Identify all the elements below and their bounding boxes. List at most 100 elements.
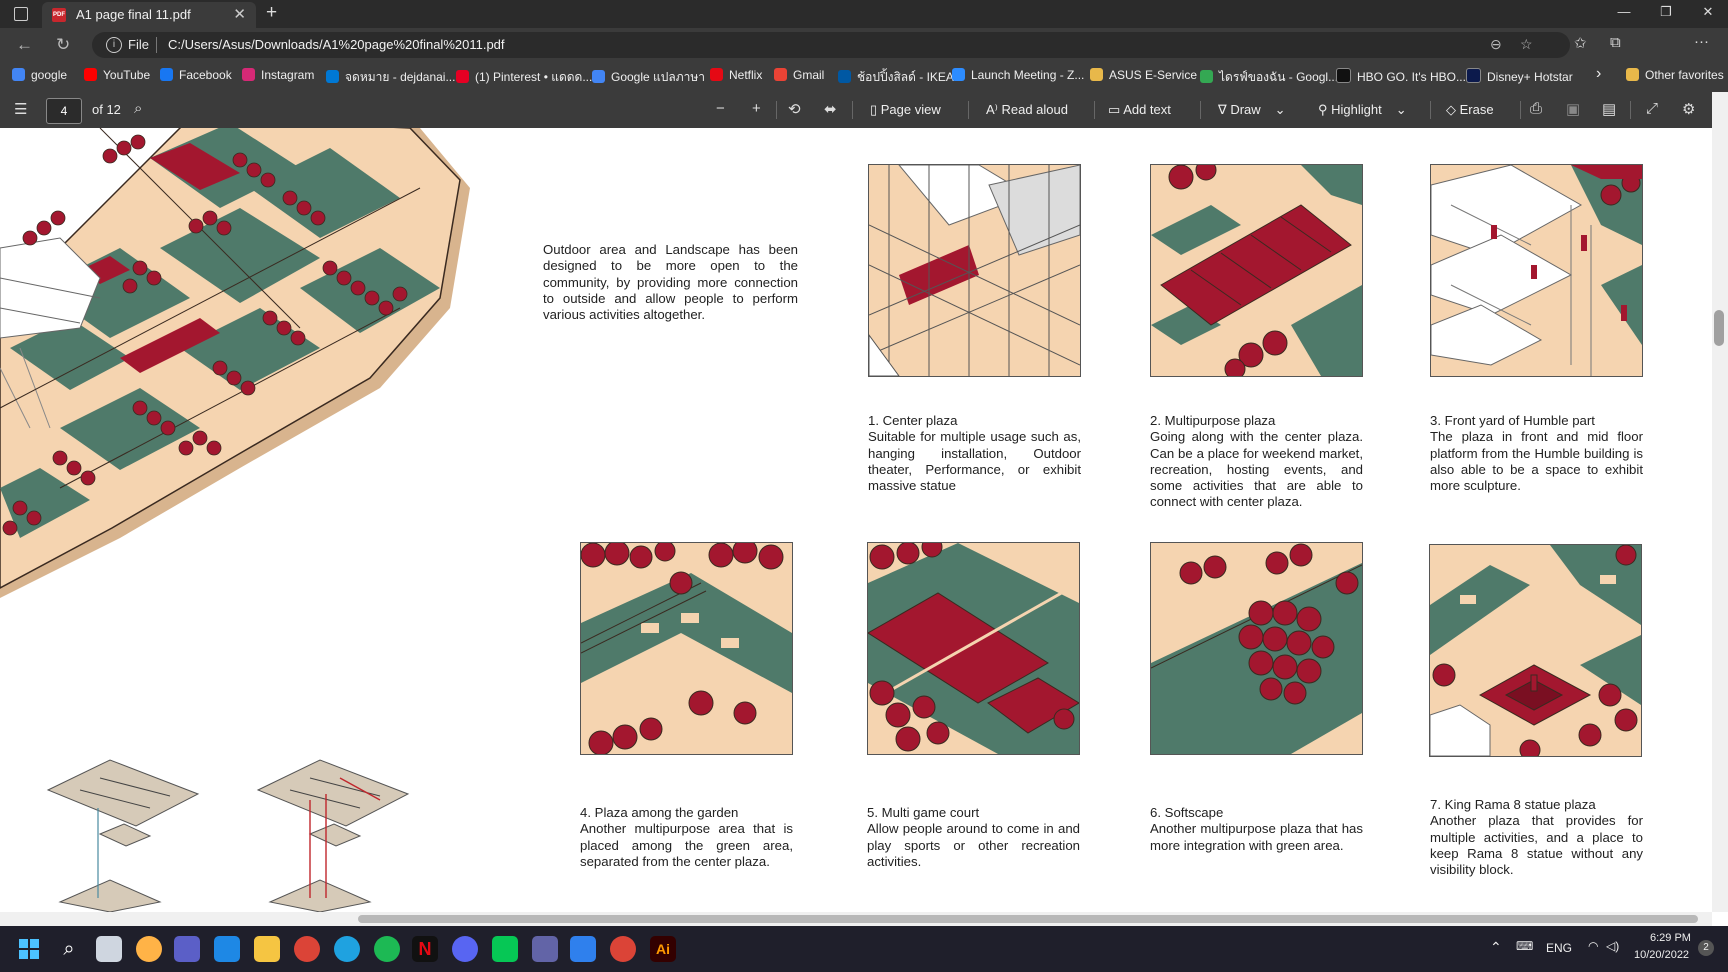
- other-favorites[interactable]: Other favorites: [1626, 68, 1724, 82]
- hotstar-icon: [1466, 68, 1481, 83]
- browser-tab[interactable]: PDF A1 page final 11.pdf ✕: [42, 2, 256, 28]
- bookmark-translate[interactable]: Google แปลภาษา: [592, 68, 705, 87]
- fullscreen-icon[interactable]: ⤢: [1646, 100, 1658, 117]
- fit-page-icon[interactable]: ⬌: [824, 100, 837, 118]
- bookmark-outlook[interactable]: จดหมาย - dejdanai...: [326, 68, 455, 87]
- photos-icon[interactable]: [570, 936, 596, 962]
- center-plaza-illustration: [868, 164, 1081, 377]
- edge-icon[interactable]: [334, 936, 360, 962]
- save-as-icon[interactable]: ▤: [1602, 100, 1616, 118]
- toolbar-divider: [1630, 101, 1631, 119]
- bookmark-hotstar[interactable]: Disney+ Hotstar: [1466, 68, 1573, 84]
- address-field[interactable]: i File C:/Users/Asus/Downloads/A1%20page…: [92, 32, 1570, 58]
- chevron-down-icon[interactable]: ⌄: [1275, 102, 1286, 117]
- illustrator-icon[interactable]: Ai: [650, 936, 676, 962]
- page-number-input[interactable]: 4: [46, 98, 82, 124]
- chrome-profile-icon[interactable]: [610, 936, 636, 962]
- caption-title: 2. Multipurpose plaza: [1150, 413, 1276, 428]
- notification-badge[interactable]: 2: [1698, 940, 1714, 956]
- restore-button[interactable]: ❐: [1646, 4, 1686, 24]
- chevron-down-icon[interactable]: ⌄: [1396, 102, 1407, 117]
- refresh-icon[interactable]: ↻: [56, 35, 70, 55]
- wifi-icon[interactable]: ◠: [1588, 939, 1598, 953]
- minimize-button[interactable]: —: [1604, 4, 1644, 24]
- file-explorer-icon[interactable]: [254, 936, 280, 962]
- chrome-icon[interactable]: [294, 936, 320, 962]
- zoom-in-icon[interactable]: +: [752, 100, 761, 117]
- bookmarks-more-chevron-icon[interactable]: ›: [1596, 65, 1601, 83]
- keyboard-icon[interactable]: ⌨: [1516, 939, 1533, 953]
- discord-icon[interactable]: [452, 936, 478, 962]
- caption-body: Another plaza that provides for multiple…: [1430, 813, 1643, 878]
- bookmark-gmail[interactable]: Gmail: [774, 68, 824, 82]
- address-url[interactable]: C:/Users/Asus/Downloads/A1%20page%20fina…: [168, 37, 505, 52]
- mail-icon[interactable]: [214, 936, 240, 962]
- bookmark-hbo[interactable]: HBO GO. It's HBO...: [1336, 68, 1466, 84]
- horizontal-scroll-thumb[interactable]: [358, 915, 1698, 923]
- bookmark-facebook[interactable]: Facebook: [160, 68, 232, 82]
- favorite-star-icon[interactable]: ☆: [1520, 36, 1533, 53]
- bookmark-asus[interactable]: ASUS E-Service: [1090, 68, 1197, 82]
- bookmark-youtube[interactable]: YouTube: [84, 68, 150, 82]
- show-hidden-icons-chevron-icon[interactable]: ⌃: [1490, 939, 1502, 956]
- add-text-button[interactable]: ▭ Add text: [1108, 102, 1171, 118]
- teams-chat-icon[interactable]: [174, 936, 200, 962]
- draw-button[interactable]: ∇ Draw ⌄: [1218, 102, 1286, 118]
- caption-body: Another multipurpose plaza that has more…: [1150, 821, 1363, 853]
- spotify-icon[interactable]: [374, 936, 400, 962]
- instagram-icon: [242, 68, 255, 81]
- clock-date[interactable]: 10/20/2022: [1634, 949, 1689, 961]
- close-tab-icon[interactable]: ✕: [233, 5, 246, 23]
- zoom-out-icon[interactable]: −: [716, 100, 725, 117]
- new-tab-button[interactable]: +: [266, 2, 277, 24]
- toolbar-divider: [776, 101, 777, 119]
- page-view-button[interactable]: ▯ Page view: [870, 102, 941, 118]
- line-icon[interactable]: [492, 936, 518, 962]
- bookmark-instagram[interactable]: Instagram: [242, 68, 314, 82]
- bookmark-ikea[interactable]: ช้อปปิ้งสิลด์ - IKEA: [838, 68, 954, 87]
- back-icon[interactable]: ←: [16, 35, 33, 55]
- save-icon[interactable]: ▣: [1566, 100, 1580, 118]
- toolbar-divider: [1430, 101, 1431, 119]
- print-icon[interactable]: ⎙: [1530, 100, 1542, 117]
- bookmark-drive[interactable]: ไดรฟ์ของฉัน - Googl...: [1200, 68, 1338, 87]
- clock-time[interactable]: 6:29 PM: [1650, 932, 1691, 944]
- caption-softscape: 6. Softscape Another multipurpose plaza …: [1150, 805, 1363, 854]
- site-plan-illustration: [0, 128, 470, 598]
- facebook-icon: [160, 68, 173, 81]
- settings-gear-icon[interactable]: ⚙: [1682, 100, 1695, 118]
- close-window-button[interactable]: ✕: [1688, 4, 1728, 24]
- vertical-scroll-thumb[interactable]: [1714, 310, 1724, 346]
- rotate-icon[interactable]: ⟲: [788, 100, 801, 118]
- vertical-scrollbar[interactable]: [1712, 92, 1728, 912]
- search-icon[interactable]: ⌕: [56, 936, 82, 962]
- bookmark-google[interactable]: google: [12, 68, 67, 82]
- favorites-icon[interactable]: ✩: [1574, 34, 1587, 52]
- tab-actions-icon[interactable]: [14, 7, 28, 21]
- search-icon[interactable]: ⌕: [134, 100, 142, 117]
- task-view-icon[interactable]: [96, 936, 122, 962]
- weather-widget-icon[interactable]: [136, 936, 162, 962]
- caption-body: Another multipurpose area that is placed…: [580, 821, 793, 869]
- netflix-icon[interactable]: N: [412, 936, 438, 962]
- folder-icon: [1090, 68, 1103, 81]
- windows-start-icon[interactable]: [16, 936, 42, 962]
- bookmark-netflix[interactable]: Netflix: [710, 68, 762, 82]
- language-indicator[interactable]: ENG: [1546, 941, 1572, 955]
- teams-icon[interactable]: [532, 936, 558, 962]
- collections-icon[interactable]: ⧉: [1610, 34, 1621, 51]
- read-aloud-button[interactable]: A⁾ Read aloud: [986, 102, 1068, 118]
- highlight-button[interactable]: ⚲ Highlight ⌄: [1318, 102, 1407, 118]
- humble-front-yard-illustration: [1430, 164, 1643, 377]
- bookmark-pinterest[interactable]: (1) Pinterest • แดดด...: [456, 68, 592, 87]
- info-icon[interactable]: i: [106, 37, 122, 53]
- more-menu-icon[interactable]: ···: [1694, 33, 1709, 50]
- volume-icon[interactable]: ◁): [1606, 939, 1619, 953]
- bookmark-zoom[interactable]: Launch Meeting - Z...: [952, 68, 1084, 82]
- caption-title: 3. Front yard of Humble part: [1430, 413, 1595, 428]
- outlook-icon: [326, 70, 339, 83]
- page-total: of 12: [92, 102, 121, 117]
- zoom-icon[interactable]: ⊖: [1490, 36, 1502, 53]
- erase-button[interactable]: ◇ Erase: [1446, 102, 1494, 118]
- contents-icon[interactable]: ☰: [14, 100, 27, 118]
